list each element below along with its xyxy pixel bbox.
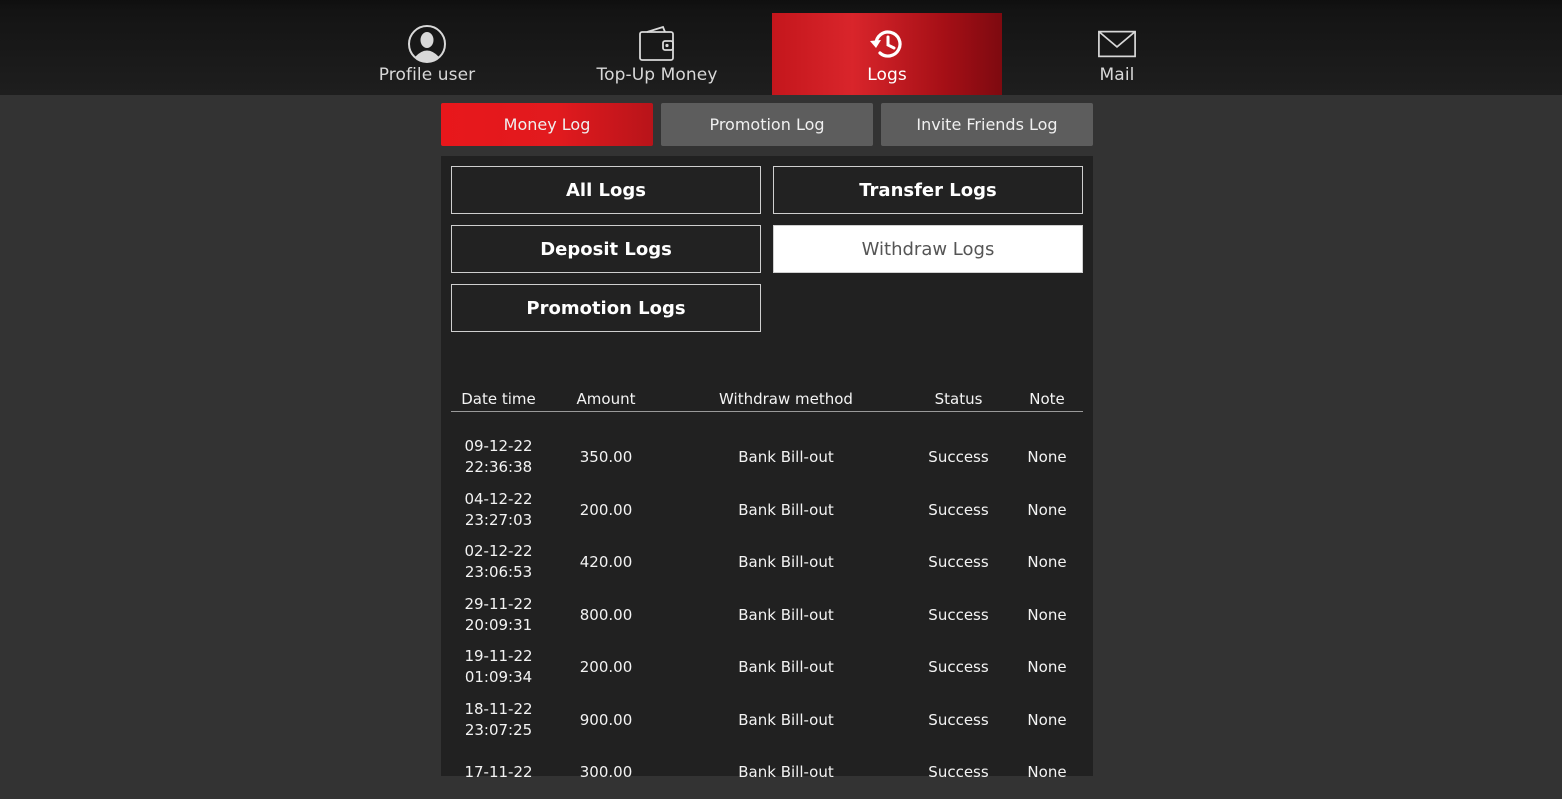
cell-amount: 420.00 bbox=[579, 553, 633, 572]
cell-method: Bank Bill-out bbox=[738, 763, 834, 782]
cell-status: Success bbox=[928, 448, 989, 467]
cell-time: 23:07:25 bbox=[464, 720, 533, 739]
table-row: 19-11-22 01:09:34 200.00 Bank Bill-out Su… bbox=[451, 641, 1083, 694]
cell-note: None bbox=[1027, 710, 1067, 729]
mail-icon bbox=[1097, 24, 1137, 64]
cell-date: 29-11-22 bbox=[464, 594, 533, 613]
cell-note: None bbox=[1027, 448, 1067, 467]
cell-datetime: 04-12-22 23:27:03 bbox=[451, 489, 546, 531]
table-row: 18-11-22 23:07:25 900.00 Bank Bill-out Su… bbox=[451, 694, 1083, 747]
deposit-logs-button[interactable]: Deposit Logs bbox=[451, 225, 761, 273]
cell-date: 18-11-22 bbox=[464, 699, 533, 718]
user-avatar-icon bbox=[407, 24, 447, 64]
column-header-method: Withdraw method bbox=[719, 389, 853, 408]
nav-logs[interactable]: Logs bbox=[772, 13, 1002, 95]
column-header-note: Note bbox=[1029, 389, 1065, 408]
table-row: 17-11-22 300.00 Bank Bill-out Success No… bbox=[451, 746, 1083, 799]
cell-amount: 200.00 bbox=[579, 500, 633, 519]
cell-status: Success bbox=[928, 710, 989, 729]
cell-method: Bank Bill-out bbox=[738, 553, 834, 572]
column-header-status: Status bbox=[934, 389, 983, 408]
cell-date: 17-11-22 bbox=[464, 762, 533, 781]
table-row: 09-12-22 22:36:38 350.00 Bank Bill-out Su… bbox=[451, 431, 1083, 484]
cell-amount: 900.00 bbox=[579, 710, 633, 729]
table-header: Date time Amount Withdraw method Status … bbox=[451, 386, 1083, 412]
cell-status: Success bbox=[928, 763, 989, 782]
table-row: 29-11-22 20:09:31 800.00 Bank Bill-out Su… bbox=[451, 589, 1083, 642]
withdraw-log-table: Date time Amount Withdraw method Status … bbox=[451, 386, 1083, 799]
cell-amount: 350.00 bbox=[579, 448, 633, 467]
cell-method: Bank Bill-out bbox=[738, 605, 834, 624]
nav-top-up-money[interactable]: Top-Up Money bbox=[542, 13, 772, 95]
cell-note: None bbox=[1027, 763, 1067, 782]
cell-status: Success bbox=[928, 658, 989, 677]
withdraw-logs-button[interactable]: Withdraw Logs bbox=[773, 225, 1083, 273]
table-row: 04-12-22 23:27:03 200.00 Bank Bill-out Su… bbox=[451, 484, 1083, 537]
cell-datetime: 02-12-22 23:06:53 bbox=[451, 541, 546, 583]
table-body: 09-12-22 22:36:38 350.00 Bank Bill-out Su… bbox=[451, 431, 1083, 799]
history-icon bbox=[867, 24, 907, 64]
log-type-tabs: Money Log Promotion Log Invite Friends L… bbox=[441, 103, 1093, 146]
cell-note: None bbox=[1027, 658, 1067, 677]
cell-note: None bbox=[1027, 605, 1067, 624]
column-header-amount: Amount bbox=[576, 389, 636, 408]
cell-datetime: 18-11-22 23:07:25 bbox=[451, 699, 546, 741]
money-log-panel: All Logs Transfer Logs Deposit Logs With… bbox=[441, 156, 1093, 781]
cell-time: 22:36:38 bbox=[464, 458, 533, 477]
cell-status: Success bbox=[928, 553, 989, 572]
all-logs-button[interactable]: All Logs bbox=[451, 166, 761, 214]
cell-method: Bank Bill-out bbox=[738, 658, 834, 677]
nav-label: Logs bbox=[867, 65, 907, 85]
cell-time: 01:09:34 bbox=[464, 668, 533, 687]
nav-profile-user[interactable]: Profile user bbox=[312, 13, 542, 95]
cell-amount: 200.00 bbox=[579, 658, 633, 677]
cell-note: None bbox=[1027, 500, 1067, 519]
cell-method: Bank Bill-out bbox=[738, 710, 834, 729]
cell-date: 09-12-22 bbox=[464, 437, 533, 456]
top-navigation-bar: Profile user Top-Up Money Logs Mail bbox=[0, 0, 1562, 95]
nav-label: Mail bbox=[1099, 65, 1135, 85]
tab-money-log[interactable]: Money Log bbox=[441, 103, 653, 146]
cell-date: 04-12-22 bbox=[464, 489, 533, 508]
table-row: 02-12-22 23:06:53 420.00 Bank Bill-out Su… bbox=[451, 536, 1083, 589]
transfer-logs-button[interactable]: Transfer Logs bbox=[773, 166, 1083, 214]
cell-time: 23:27:03 bbox=[464, 510, 533, 529]
nav-label: Profile user bbox=[378, 65, 476, 85]
nav-mail[interactable]: Mail bbox=[1002, 13, 1232, 95]
column-header-datetime: Date time bbox=[461, 389, 536, 408]
nav-label: Top-Up Money bbox=[596, 65, 718, 85]
cell-datetime: 17-11-22 bbox=[451, 762, 546, 783]
cell-time: 20:09:31 bbox=[464, 615, 533, 634]
cell-status: Success bbox=[928, 605, 989, 624]
cell-date: 02-12-22 bbox=[464, 542, 533, 561]
cell-status: Success bbox=[928, 500, 989, 519]
cell-datetime: 29-11-22 20:09:31 bbox=[451, 594, 546, 636]
cell-datetime: 09-12-22 22:36:38 bbox=[451, 436, 546, 478]
cell-time: 23:06:53 bbox=[464, 563, 533, 582]
cell-method: Bank Bill-out bbox=[738, 500, 834, 519]
cell-amount: 800.00 bbox=[579, 605, 633, 624]
cell-datetime: 19-11-22 01:09:34 bbox=[451, 646, 546, 688]
cell-note: None bbox=[1027, 553, 1067, 572]
tab-invite-friends-log[interactable]: Invite Friends Log bbox=[881, 103, 1093, 146]
main-nav: Profile user Top-Up Money Logs Mail bbox=[312, 13, 1232, 95]
promotion-logs-button[interactable]: Promotion Logs bbox=[451, 284, 761, 332]
cell-amount: 300.00 bbox=[579, 763, 633, 782]
tab-promotion-log[interactable]: Promotion Log bbox=[661, 103, 873, 146]
cell-method: Bank Bill-out bbox=[738, 448, 834, 467]
wallet-icon bbox=[637, 24, 677, 64]
cell-date: 19-11-22 bbox=[464, 647, 533, 666]
